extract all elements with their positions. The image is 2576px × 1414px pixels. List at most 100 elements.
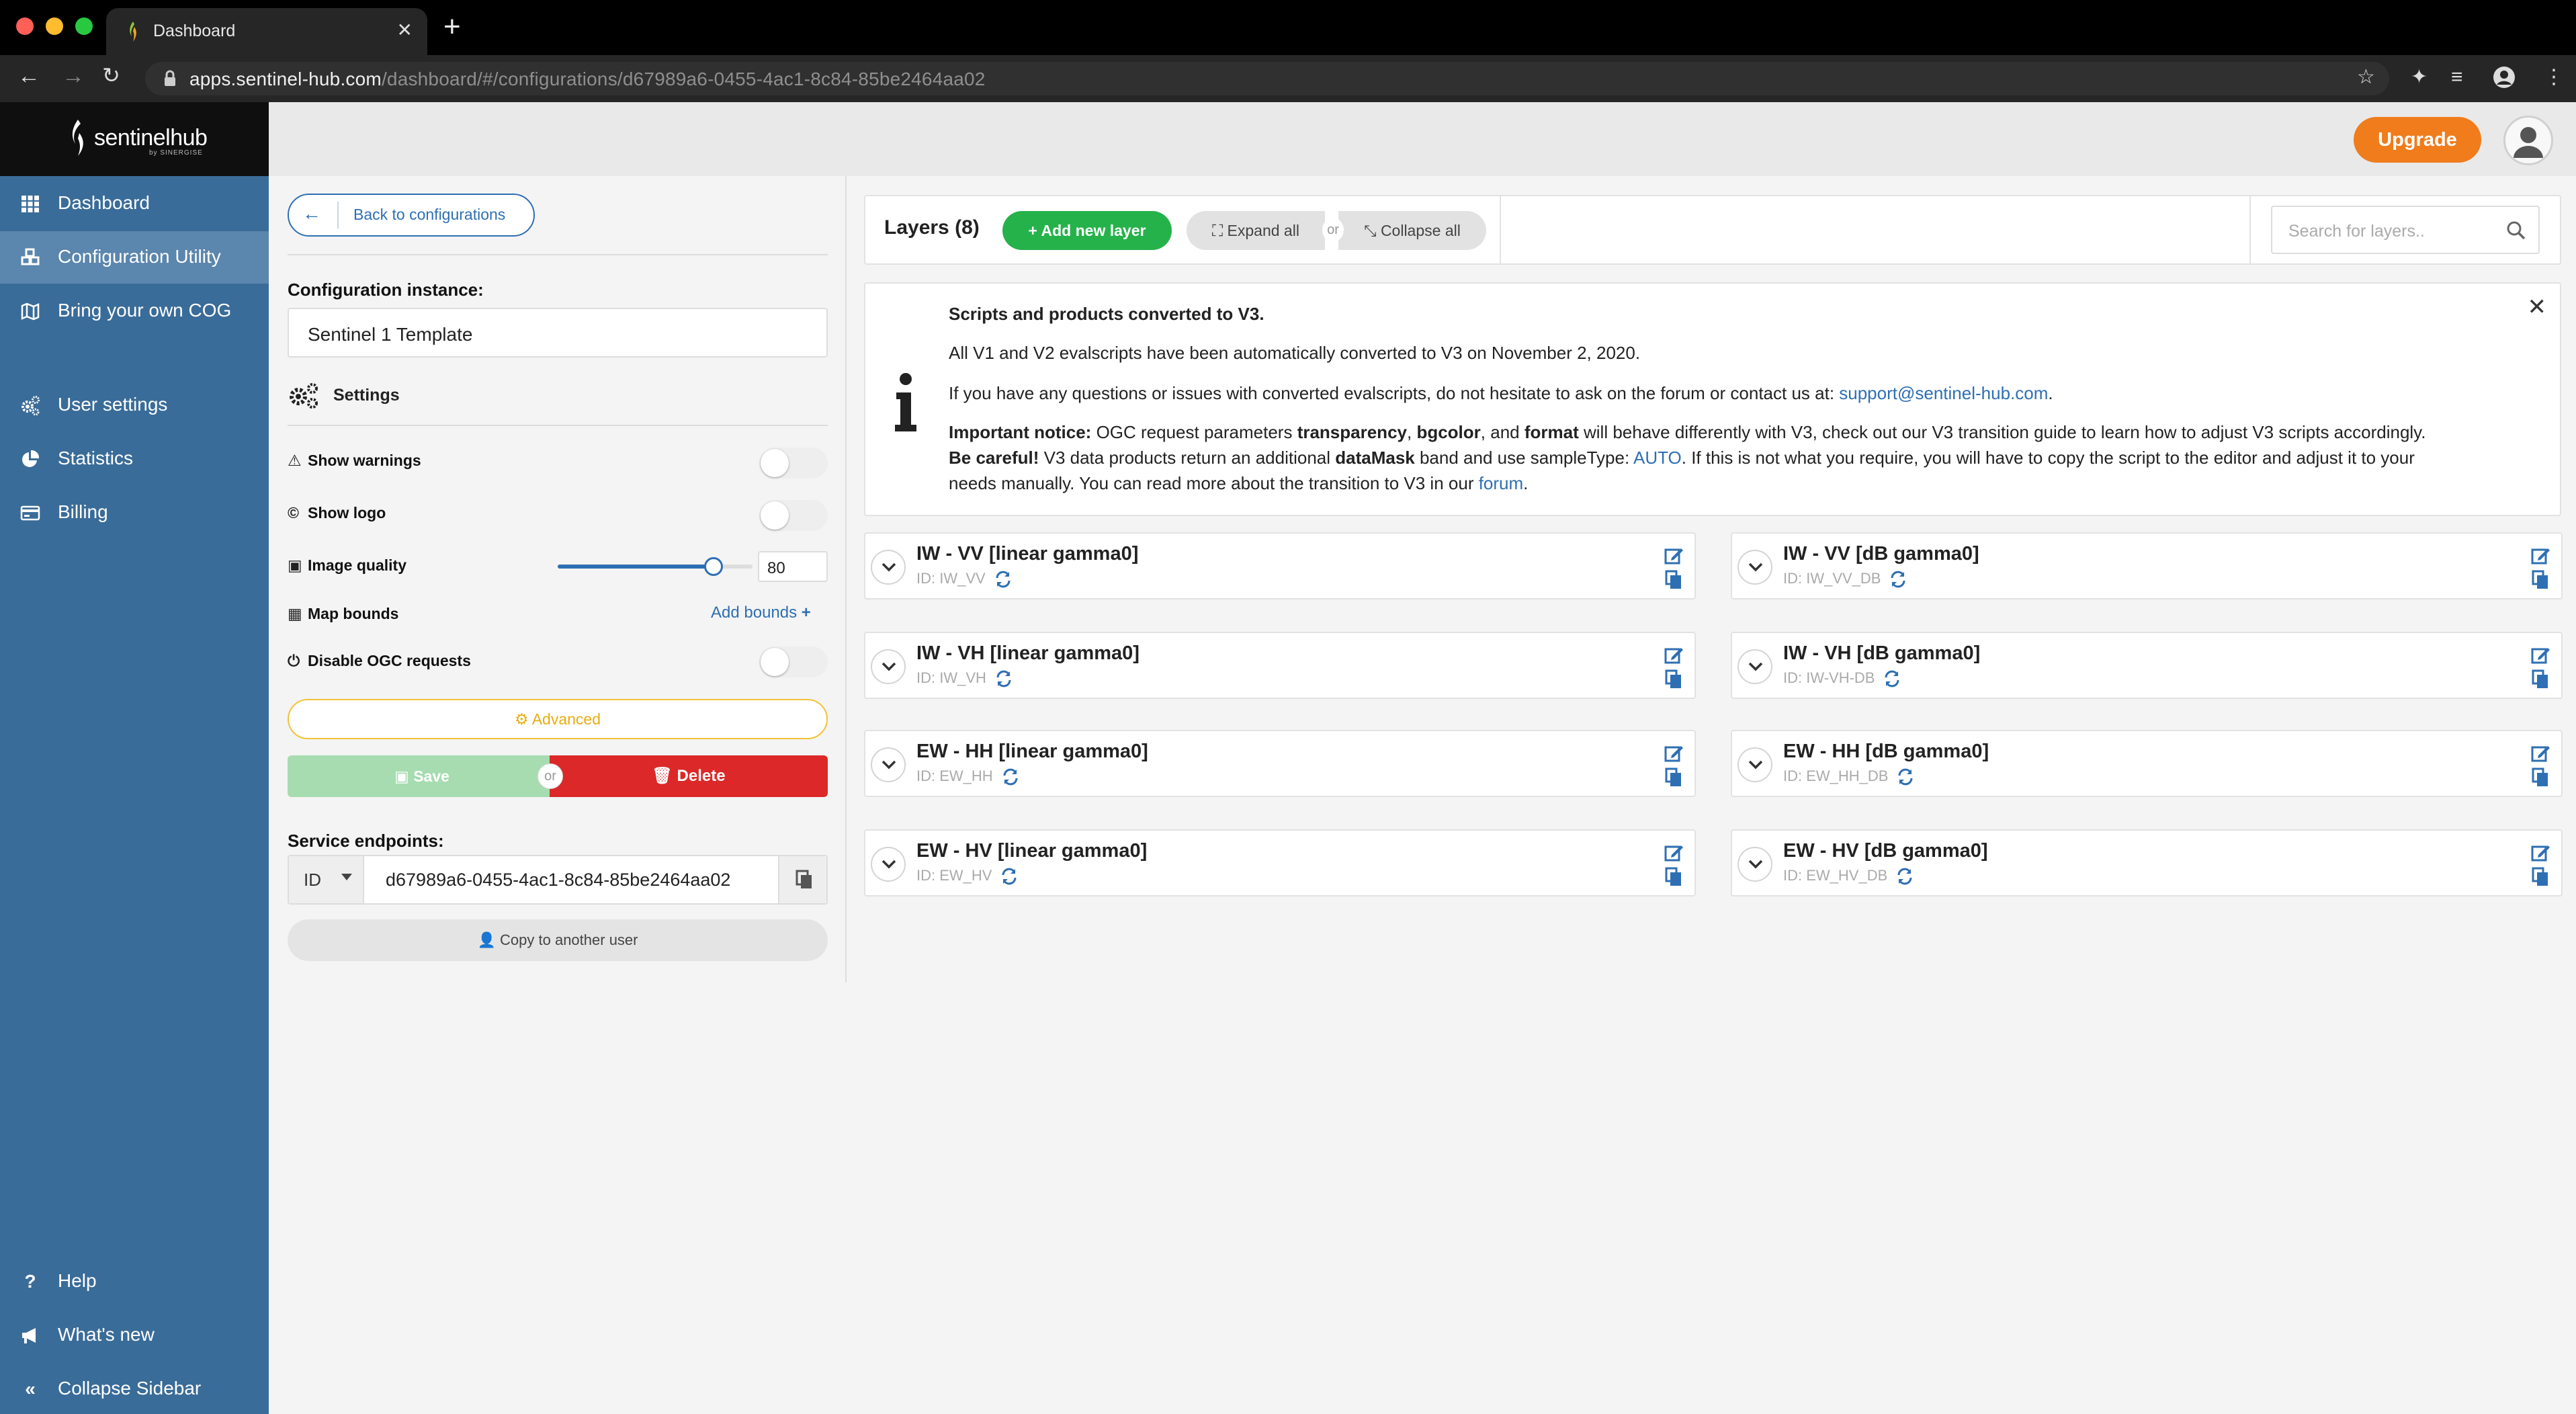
edit-icon[interactable]: [1664, 843, 1684, 863]
edit-icon[interactable]: [1664, 645, 1684, 665]
sidebar-item-help[interactable]: ? Help: [0, 1255, 269, 1308]
copy-to-another-user-button[interactable]: 👤 Copy to another user: [288, 919, 828, 961]
edit-icon[interactable]: [2530, 743, 2550, 763]
refresh-icon[interactable]: [1883, 669, 1901, 688]
show-warnings-toggle[interactable]: [759, 448, 828, 479]
edit-icon[interactable]: [1664, 546, 1684, 566]
layer-id: ID: EW_HV: [916, 867, 1019, 886]
close-icon[interactable]: ✕: [2528, 296, 2547, 319]
reading-list-icon[interactable]: ≡: [2451, 67, 2463, 87]
expand-all-button[interactable]: ⛶ Expand all: [1187, 211, 1325, 250]
layer-card[interactable]: IW - VV [dB gamma0] ID: IW_VV_DB: [1731, 532, 2563, 599]
expand-layer-button[interactable]: [871, 747, 906, 782]
image-quality-input[interactable]: 80: [758, 551, 828, 582]
edit-icon[interactable]: [1664, 743, 1684, 763]
expand-layer-button[interactable]: [871, 847, 906, 882]
refresh-icon[interactable]: [994, 570, 1013, 589]
profile-icon[interactable]: [2493, 66, 2516, 89]
map-bounds-text: Map bounds: [308, 605, 399, 622]
image-quality-slider[interactable]: [558, 557, 753, 576]
layer-card[interactable]: IW - VH [dB gamma0] ID: IW-VH-DB: [1731, 632, 2563, 699]
back-to-configurations-button[interactable]: ← Back to configurations: [288, 194, 535, 237]
minimize-window-button[interactable]: [46, 17, 63, 35]
endpoint-type-value: ID: [304, 870, 321, 890]
sidebar-item-whats-new[interactable]: What's new: [0, 1309, 269, 1362]
chevron-down-icon: [1748, 563, 1763, 572]
maximize-window-button[interactable]: [75, 17, 93, 35]
add-bounds-link[interactable]: Add bounds +: [711, 604, 811, 622]
duplicate-icon[interactable]: [1665, 767, 1682, 788]
edit-icon[interactable]: [2530, 546, 2550, 566]
layer-card[interactable]: EW - HH [dB gamma0] ID: EW_HH_DB: [1731, 730, 2563, 797]
collapse-all-button[interactable]: ⤡ Collapse all: [1338, 211, 1486, 250]
new-tab-icon[interactable]: +: [443, 12, 461, 42]
duplicate-icon[interactable]: [2532, 767, 2549, 788]
duplicate-icon[interactable]: [1665, 867, 1682, 887]
image-quality-value: 80: [767, 559, 785, 577]
save-button[interactable]: ▣ Save: [288, 755, 556, 797]
credit-card-icon: [20, 505, 40, 521]
sidebar-item-label: Configuration Utility: [58, 246, 221, 267]
advanced-button[interactable]: ⚙ Advanced: [288, 699, 828, 739]
reload-icon[interactable]: ↻: [102, 65, 120, 86]
extensions-puzzle-icon[interactable]: ✦: [2411, 67, 2428, 87]
forward-arrow-icon[interactable]: →: [62, 65, 85, 87]
search-icon[interactable]: [2506, 220, 2526, 241]
layer-card[interactable]: IW - VH [linear gamma0] ID: IW_VH: [864, 632, 1696, 699]
avatar[interactable]: [2503, 116, 2553, 165]
layer-id: ID: IW_VV: [916, 570, 1013, 589]
duplicate-icon[interactable]: [1665, 570, 1682, 590]
expand-layer-button[interactable]: [1737, 649, 1772, 684]
duplicate-icon[interactable]: [1665, 669, 1682, 690]
edit-icon[interactable]: [2530, 645, 2550, 665]
back-arrow-icon[interactable]: ←: [17, 65, 40, 87]
duplicate-icon[interactable]: [2532, 570, 2549, 590]
refresh-icon[interactable]: [994, 669, 1013, 688]
auto-link[interactable]: AUTO: [1633, 448, 1682, 468]
add-new-layer-button[interactable]: + Add new layer: [1002, 211, 1172, 250]
layer-card[interactable]: IW - VV [linear gamma0] ID: IW_VV: [864, 532, 1696, 599]
show-logo-text: Show logo: [308, 504, 386, 522]
upgrade-button[interactable]: Upgrade: [2354, 117, 2481, 163]
bookmark-star-icon[interactable]: ☆: [2357, 67, 2375, 87]
layer-card[interactable]: EW - HV [dB gamma0] ID: EW_HV_DB: [1731, 829, 2563, 897]
close-window-button[interactable]: [16, 17, 34, 35]
refresh-icon[interactable]: [1889, 570, 1907, 589]
support-email-link[interactable]: support@sentinel-hub.com: [1839, 383, 2048, 403]
logo[interactable]: sentinelhub by SINERGISE: [0, 102, 269, 176]
expand-layer-button[interactable]: [871, 550, 906, 585]
sidebar-item-billing[interactable]: Billing: [0, 487, 269, 539]
browser-tab[interactable]: Dashboard ✕: [106, 8, 427, 55]
expand-layer-button[interactable]: [1737, 550, 1772, 585]
refresh-icon[interactable]: [1896, 767, 1915, 786]
layer-search-input[interactable]: Search for layers..: [2271, 206, 2540, 254]
sidebar-item-bring-your-own-cog[interactable]: Bring your own COG: [0, 285, 269, 337]
url-field[interactable]: apps.sentinel-hub.com/dashboard/#/config…: [145, 62, 2389, 95]
sidebar-item-user-settings[interactable]: User settings: [0, 379, 269, 431]
close-tab-icon[interactable]: ✕: [397, 19, 413, 41]
refresh-icon[interactable]: [1895, 867, 1914, 886]
endpoint-type-select[interactable]: ID: [289, 856, 364, 903]
forum-link[interactable]: forum: [1479, 473, 1523, 493]
show-logo-toggle[interactable]: [759, 500, 828, 531]
slider-handle[interactable]: [704, 557, 723, 576]
sidebar-item-statistics[interactable]: Statistics: [0, 433, 269, 485]
duplicate-icon[interactable]: [2532, 867, 2549, 887]
layer-card[interactable]: EW - HV [linear gamma0] ID: EW_HV: [864, 829, 1696, 897]
instance-name-field[interactable]: Sentinel 1 Template: [288, 308, 828, 358]
expand-layer-button[interactable]: [1737, 747, 1772, 782]
expand-layer-button[interactable]: [871, 649, 906, 684]
sidebar-item-dashboard[interactable]: Dashboard: [0, 177, 269, 230]
copy-endpoint-button[interactable]: [778, 856, 826, 903]
sidebar-item-collapse-sidebar[interactable]: « Collapse Sidebar: [0, 1363, 269, 1414]
delete-button[interactable]: 🗑 Delete: [550, 755, 828, 797]
browser-menu-icon[interactable]: ⋮: [2544, 67, 2564, 87]
expand-layer-button[interactable]: [1737, 847, 1772, 882]
sidebar-item-configuration-utility[interactable]: Configuration Utility: [0, 231, 269, 284]
refresh-icon[interactable]: [1001, 767, 1020, 786]
edit-icon[interactable]: [2530, 843, 2550, 863]
refresh-icon[interactable]: [1000, 867, 1019, 886]
layer-card[interactable]: EW - HH [linear gamma0] ID: EW_HH: [864, 730, 1696, 797]
disable-ogc-toggle[interactable]: [759, 647, 828, 677]
duplicate-icon[interactable]: [2532, 669, 2549, 690]
